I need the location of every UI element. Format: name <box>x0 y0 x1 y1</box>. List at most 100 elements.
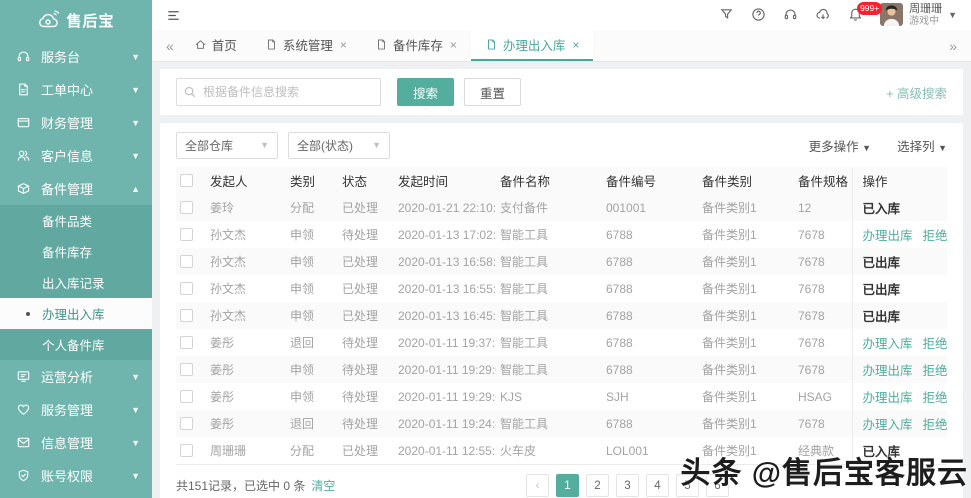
menu-item-label: 服务台 <box>41 50 81 65</box>
process-action-link[interactable]: 办理入库 <box>863 333 913 352</box>
sidebar-menu-item[interactable]: 账号权限 ▼ <box>0 459 152 492</box>
page-number-button[interactable]: 1 <box>556 474 579 497</box>
advanced-search-link[interactable]: + 高级搜索 <box>886 83 947 102</box>
search-button[interactable]: 搜索 <box>397 78 455 106</box>
page-tab[interactable]: 办理出入库 × <box>470 30 594 61</box>
sidebar-submenu-item[interactable]: 个人备件库 <box>0 329 152 360</box>
more-actions-button[interactable]: 更多操作 ▼ <box>809 136 871 155</box>
cell-status: 待处理 <box>338 356 394 383</box>
page-tab[interactable]: 系统管理 × <box>251 30 361 61</box>
status-select[interactable]: 全部(状态) ▼ <box>288 131 390 159</box>
sidebar-collapse-icon[interactable] <box>166 8 181 23</box>
cell-category: 分配 <box>290 444 315 458</box>
process-action-link[interactable]: 办理入库 <box>863 414 913 433</box>
process-action-link[interactable]: 办理出库 <box>863 387 913 406</box>
page-number-button[interactable]: 3 <box>616 474 639 497</box>
search-input[interactable] <box>176 78 381 106</box>
funnel-icon[interactable] <box>719 7 734 22</box>
select-all-checkbox[interactable] <box>180 174 193 187</box>
avatar <box>880 3 904 27</box>
cell-status: 已处理 <box>338 302 394 329</box>
cell-spec: 7678 <box>798 335 825 350</box>
reject-action-link[interactable]: 拒绝 <box>923 333 947 352</box>
row-checkbox[interactable] <box>180 363 193 376</box>
row-checkbox[interactable] <box>180 228 193 241</box>
cell-category: 退回 <box>290 336 315 350</box>
table-row: 孙文杰 申领 已处理 2020-01-13 16:58:54 智能工具 6788… <box>176 248 947 275</box>
records-table: 发起人 类别 状态 发起时间 备件名称 备件编号 备件类别 备件规格 操作 姜玲… <box>176 167 947 464</box>
sidebar-menu-item[interactable]: 服务管理 ▼ <box>0 393 152 426</box>
sidebar-menu-item[interactable]: 服务台 ▼ <box>0 40 152 73</box>
file-icon <box>375 38 388 51</box>
close-icon[interactable]: × <box>450 38 457 52</box>
page-number-button[interactable]: 4 <box>646 474 669 497</box>
row-checkbox[interactable] <box>180 201 193 214</box>
tabs-scroll-right-icon[interactable]: » <box>943 30 963 61</box>
close-icon[interactable]: × <box>572 38 579 52</box>
reject-action-link[interactable]: 拒绝 <box>923 225 947 244</box>
row-checkbox[interactable] <box>180 282 193 295</box>
sidebar-menu-item[interactable]: 信息管理 ▼ <box>0 426 152 459</box>
cloud-wrench-logo-icon <box>39 10 60 28</box>
reject-action-link[interactable]: 拒绝 <box>923 387 947 406</box>
status-select-value: 全部(状态) <box>297 138 353 153</box>
row-checkbox[interactable] <box>180 444 193 457</box>
sidebar-submenu-item[interactable]: 出入库记录 <box>0 267 152 298</box>
select-columns-button[interactable]: 选择列 ▼ <box>897 136 947 155</box>
page-number-button[interactable]: 2 <box>586 474 609 497</box>
row-checkbox[interactable] <box>180 417 193 430</box>
bell-icon[interactable]: 999+ <box>848 2 883 22</box>
cell-part-category: 备件类别1 <box>698 356 794 383</box>
cell-spec: 7678 <box>794 302 852 329</box>
page-tab[interactable]: 备件库存 × <box>361 30 471 61</box>
process-action-link[interactable]: 办理出库 <box>863 225 913 244</box>
close-icon[interactable]: × <box>340 38 347 52</box>
cell-initiator: 孙文杰 <box>206 302 286 329</box>
warehouse-select[interactable]: 全部仓库 ▼ <box>176 131 278 159</box>
page-tab[interactable]: 首页 <box>180 30 251 61</box>
warehouse-select-value: 全部仓库 <box>185 138 234 153</box>
tab-label: 系统管理 <box>282 39 333 53</box>
cloud-download-icon[interactable] <box>815 7 831 22</box>
row-checkbox[interactable] <box>180 309 193 322</box>
clear-selection-link[interactable]: 清空 <box>311 477 335 494</box>
cell-spec: 7678 <box>794 356 852 383</box>
reject-action-link[interactable]: 拒绝 <box>923 414 947 433</box>
row-checkbox[interactable] <box>180 336 193 349</box>
reject-action-link[interactable]: 拒绝 <box>923 360 947 379</box>
sidebar-submenu-item[interactable]: 备件库存 <box>0 236 152 267</box>
page-number-button[interactable]: 6 <box>706 474 729 497</box>
headset-icon[interactable] <box>783 7 798 22</box>
sidebar-submenu-item[interactable]: 办理出入库 <box>0 298 152 329</box>
cell-part-no: 6788 <box>602 248 698 275</box>
row-checkbox[interactable] <box>180 255 193 268</box>
cell-part-no: 001001 <box>602 194 698 221</box>
cell-spec: 经典款 <box>798 444 835 458</box>
sidebar-menu-item[interactable]: 工单中心 ▼ <box>0 73 152 106</box>
filter-row: 全部仓库 ▼ 全部(状态) ▼ 更多操作 ▼ 选择列 ▼ <box>176 131 947 159</box>
cell-status: 待处理 <box>342 336 379 350</box>
cell-operations: 已出库 <box>851 275 947 302</box>
cell-status: 已处理 <box>338 248 394 275</box>
page-number-button[interactable]: 5 <box>676 474 699 497</box>
sidebar-menu-item[interactable]: 备件管理 ▲ <box>0 172 152 205</box>
user-menu[interactable]: 周珊珊 游戏中 ▼ <box>880 3 957 27</box>
sidebar-menu-item[interactable]: 客户信息 ▼ <box>0 139 152 172</box>
prev-page-button[interactable]: ‹ <box>526 474 549 497</box>
column-header-time: 发起时间 <box>394 167 496 194</box>
cell-part-no: 6788 <box>602 302 698 329</box>
tab-label: 备件库存 <box>392 39 443 53</box>
tabs-scroll-left-icon[interactable]: « <box>160 30 180 61</box>
reset-button[interactable]: 重置 <box>464 78 522 106</box>
sidebar-menu-item[interactable]: 财务管理 ▼ <box>0 106 152 139</box>
table-row: 姜彤 退回 待处理 2020-01-11 19:24:45 智能工具 6788 … <box>176 410 947 437</box>
process-action-link[interactable]: 办理出库 <box>863 360 913 379</box>
submenu-item-label: 办理出入库 <box>42 308 105 322</box>
cell-part-name: 火车皮 <box>500 444 537 458</box>
sidebar-menu-item[interactable]: 运营分析 ▼ <box>0 360 152 393</box>
row-checkbox[interactable] <box>180 390 193 403</box>
sidebar-submenu-item[interactable]: 备件品类 <box>0 205 152 236</box>
submenu-item-label: 个人备件库 <box>42 339 105 353</box>
help-icon[interactable] <box>751 7 766 22</box>
status-badge: 已出库 <box>862 283 901 297</box>
